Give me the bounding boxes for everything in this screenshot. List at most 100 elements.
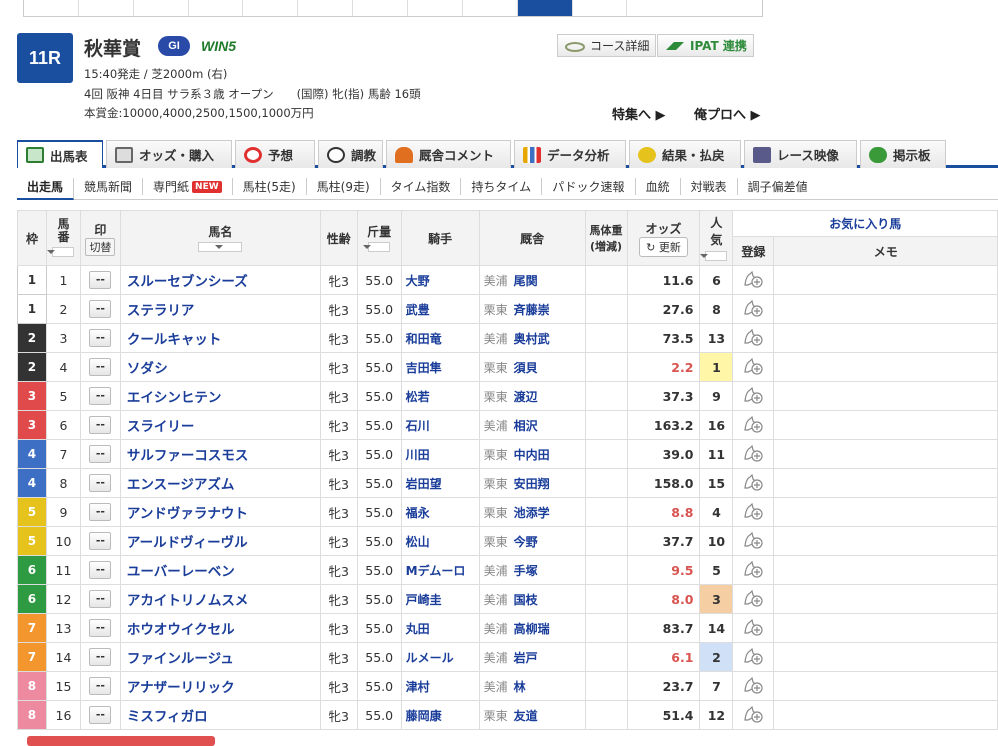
course-detail-button[interactable]: コース詳細 <box>557 34 657 57</box>
memo-cell[interactable] <box>773 526 998 556</box>
trainer-link[interactable]: 林 <box>514 680 526 694</box>
memo-cell[interactable] <box>773 642 998 672</box>
jockey-link[interactable]: 丸田 <box>400 613 480 643</box>
trainer-link[interactable]: 手塚 <box>514 564 538 578</box>
mark-select-button[interactable]: -- <box>89 387 112 405</box>
subnav-pedigree[interactable]: 血統 <box>636 178 681 195</box>
favorite-add-icon[interactable] <box>742 502 764 520</box>
mark-select-button[interactable]: -- <box>89 561 112 579</box>
trainer-link[interactable]: 相沢 <box>514 419 538 433</box>
race-nav-cell[interactable] <box>189 0 244 16</box>
race-nav-cell[interactable] <box>573 0 628 16</box>
favorite-add-icon[interactable] <box>742 705 764 723</box>
favorite-add-icon[interactable] <box>742 560 764 578</box>
mark-select-button[interactable]: -- <box>89 300 112 318</box>
horse-name-link[interactable]: アカイトリノムスメ <box>119 584 321 614</box>
memo-cell[interactable] <box>773 584 998 614</box>
horse-name-link[interactable]: エンスージアズム <box>119 468 321 498</box>
horse-name-link[interactable]: ステラリア <box>119 294 321 324</box>
race-nav-cell[interactable] <box>408 0 463 16</box>
subnav-senmonshi[interactable]: 専門紙 NEW <box>143 178 233 195</box>
mark-select-button[interactable]: -- <box>89 706 112 724</box>
favorite-add-icon[interactable] <box>742 386 764 404</box>
favorite-add-icon[interactable] <box>742 328 764 346</box>
race-nav-cell[interactable] <box>353 0 409 16</box>
favorite-add-icon[interactable] <box>742 618 764 636</box>
subnav-umabashira5[interactable]: 馬柱(5走) <box>233 178 307 195</box>
trainer-link[interactable]: 奥村武 <box>514 332 550 346</box>
subnav-paddock[interactable]: パドック速報 <box>542 178 636 195</box>
oreplo-link[interactable]: 俺プロへ ▶ <box>694 104 761 123</box>
tab-shutsuba[interactable]: 出馬表 <box>17 140 103 168</box>
memo-cell[interactable] <box>773 294 998 324</box>
memo-cell[interactable] <box>773 468 998 498</box>
tab-bbs[interactable]: 掲示板 <box>860 140 946 168</box>
tab-chokyo[interactable]: 調教 <box>318 140 383 168</box>
favorite-add-icon[interactable] <box>742 357 764 375</box>
tab-stable-comment[interactable]: 厩舎コメント <box>386 140 511 168</box>
race-nav-cell-current[interactable] <box>517 0 573 16</box>
tab-race-video[interactable]: レース映像 <box>744 140 857 168</box>
horse-name-link[interactable]: アールドヴィーヴル <box>119 526 321 556</box>
jockey-link[interactable]: 松若 <box>400 381 480 411</box>
favorite-add-icon[interactable] <box>742 589 764 607</box>
jockey-link[interactable]: 津村 <box>400 671 480 701</box>
horse-name-link[interactable]: アナザーリリック <box>119 671 321 701</box>
jockey-link[interactable]: 武豊 <box>400 294 480 324</box>
trainer-link[interactable]: 須貝 <box>514 361 538 375</box>
mark-select-button[interactable]: -- <box>89 416 112 434</box>
mark-select-button[interactable]: -- <box>89 445 112 463</box>
tab-yoso[interactable]: 予想 <box>235 140 315 168</box>
jockey-link[interactable]: 和田竜 <box>400 323 480 353</box>
jockey-link[interactable]: 岩田望 <box>400 468 480 498</box>
race-nav-cell[interactable] <box>243 0 299 16</box>
subnav-mochitime[interactable]: 持ちタイム <box>461 178 543 195</box>
horse-name-link[interactable]: クールキャット <box>119 323 321 353</box>
horse-name-link[interactable]: ソダシ <box>119 352 321 382</box>
horse-name-link[interactable]: アンドヴァラナウト <box>119 497 321 527</box>
jockey-link[interactable]: 石川 <box>400 410 480 440</box>
race-nav-cell[interactable] <box>298 0 354 16</box>
jockey-link[interactable]: ルメール <box>400 642 480 672</box>
subnav-condition[interactable]: 調子偏差値 <box>738 178 818 195</box>
jockey-link[interactable]: 松山 <box>400 526 480 556</box>
ipat-link-button[interactable]: IPAT 連携 <box>657 34 754 57</box>
jockey-link[interactable]: 福永 <box>400 497 480 527</box>
horse-name-link[interactable]: サルファーコスモス <box>119 439 321 469</box>
horse-name-link[interactable]: ユーバーレーベン <box>119 555 321 585</box>
horse-name-link[interactable]: ホウオウイクセル <box>119 613 321 643</box>
race-nav-cell[interactable] <box>24 0 79 16</box>
memo-cell[interactable] <box>773 671 998 701</box>
trainer-link[interactable]: 岩戸 <box>514 651 538 665</box>
jockey-link[interactable]: 戸崎圭 <box>400 584 480 614</box>
pop-sort-select[interactable] <box>700 250 728 261</box>
odds-refresh-button[interactable]: ↻ 更新 <box>639 236 688 257</box>
trainer-link[interactable]: 斉藤崇 <box>514 303 550 317</box>
horse-name-link[interactable]: スルーセブンシーズ <box>119 265 321 295</box>
jockey-link[interactable]: Mデムーロ <box>400 555 480 585</box>
jockey-link[interactable]: 川田 <box>400 439 480 469</box>
mark-select-button[interactable]: -- <box>89 619 112 637</box>
favorite-add-icon[interactable] <box>742 473 764 491</box>
mark-select-button[interactable]: -- <box>89 271 112 289</box>
favorite-add-icon[interactable] <box>742 415 764 433</box>
memo-cell[interactable] <box>773 265 998 295</box>
trainer-link[interactable]: 友道 <box>514 709 538 723</box>
memo-cell[interactable] <box>773 613 998 643</box>
mark-select-button[interactable]: -- <box>89 474 112 492</box>
mark-select-button[interactable]: -- <box>89 648 112 666</box>
horse-name-link[interactable]: ファインルージュ <box>119 642 321 672</box>
trainer-link[interactable]: 今野 <box>514 535 538 549</box>
horse-name-link[interactable]: ミスフィガロ <box>119 700 321 730</box>
subnav-matchup[interactable]: 対戦表 <box>681 178 738 195</box>
trainer-link[interactable]: 高柳瑞 <box>514 622 550 636</box>
mark-select-button[interactable]: -- <box>89 677 112 695</box>
tab-data-analysis[interactable]: データ分析 <box>514 140 626 168</box>
memo-cell[interactable] <box>773 381 998 411</box>
memo-cell[interactable] <box>773 352 998 382</box>
race-nav-cell[interactable] <box>79 0 134 16</box>
favorite-add-icon[interactable] <box>742 676 764 694</box>
mark-toggle-button[interactable]: 切替 <box>85 237 116 256</box>
subnav-umabashira9[interactable]: 馬柱(9走) <box>307 178 381 195</box>
race-nav-cell[interactable] <box>463 0 518 16</box>
